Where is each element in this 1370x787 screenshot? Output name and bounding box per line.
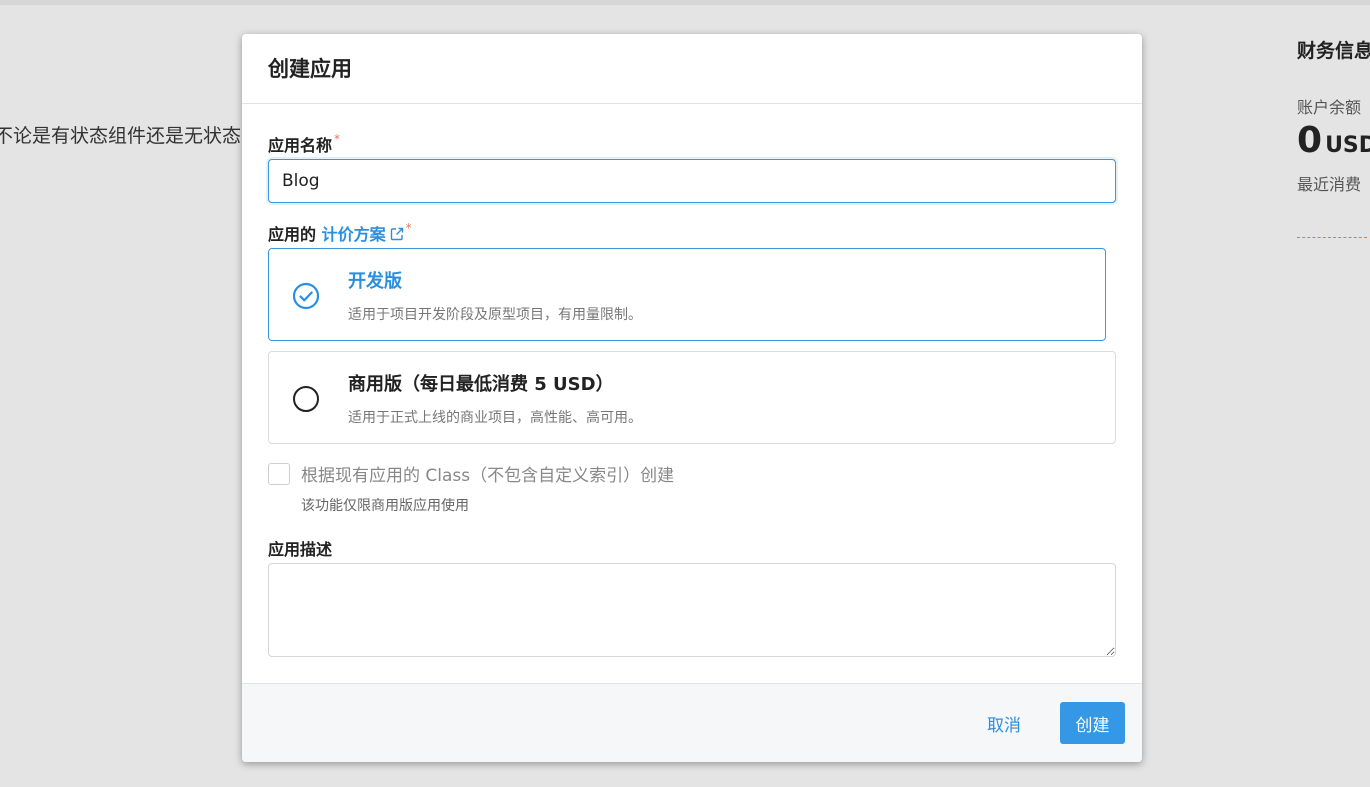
pricing-plan-link[interactable]: 计价方案 bbox=[322, 225, 404, 244]
plan-description: 适用于正式上线的商业项目，高性能、高可用。 bbox=[348, 410, 642, 426]
plan-title: 商用版（每日最低消费 5 USD） bbox=[348, 374, 614, 395]
create-from-class-checkbox[interactable] bbox=[268, 463, 290, 485]
pricing-plan-link-text[interactable]: 计价方案 bbox=[322, 225, 386, 244]
create-from-class-hint: 该功能仅限商用版应用使用 bbox=[301, 498, 469, 514]
finance-panel: 财务信息 账户余额 0 USD 最近消费 bbox=[1297, 36, 1370, 238]
external-link-icon[interactable] bbox=[390, 227, 404, 241]
required-mark: * bbox=[334, 132, 341, 146]
background-snippet-text: 不论是有状态组件还是无状态 bbox=[0, 125, 242, 147]
dialog-header: 创建应用 bbox=[242, 34, 1142, 104]
dialog-footer: 取消 创建 bbox=[242, 683, 1142, 762]
balance-currency: USD bbox=[1325, 133, 1370, 158]
plan-label-prefix: 应用的 bbox=[268, 225, 317, 244]
create-from-class-label: 根据现有应用的 Class（不包含自定义索引）创建 bbox=[301, 466, 675, 486]
plan-title: 开发版 bbox=[348, 271, 402, 292]
app-description-label: 应用描述 bbox=[268, 540, 333, 559]
app-name-label-text: 应用名称 bbox=[268, 136, 333, 155]
create-app-dialog: 创建应用 应用名称* 应用的 计价方案* 开发版 适用于项目开发阶段及原型项目，… bbox=[242, 34, 1142, 762]
radio-circle-icon bbox=[293, 386, 319, 412]
create-button[interactable]: 创建 bbox=[1060, 702, 1125, 744]
app-description-textarea[interactable] bbox=[268, 563, 1116, 657]
plan-option-development[interactable]: 开发版 适用于项目开发阶段及原型项目，有用量限制。 bbox=[268, 248, 1106, 341]
check-circle-icon bbox=[292, 282, 320, 310]
top-bar bbox=[0, 0, 1370, 5]
required-mark: * bbox=[405, 221, 412, 235]
balance-amount: 0 USD bbox=[1297, 120, 1370, 161]
finance-title: 财务信息 bbox=[1297, 40, 1370, 62]
app-name-label: 应用名称 * bbox=[268, 132, 340, 156]
balance-value: 0 bbox=[1297, 120, 1323, 161]
dialog-title: 创建应用 bbox=[268, 57, 352, 81]
recent-spending-label: 最近消费 bbox=[1297, 175, 1362, 194]
plan-description: 适用于项目开发阶段及原型项目，有用量限制。 bbox=[348, 307, 642, 323]
plan-option-commercial[interactable]: 商用版（每日最低消费 5 USD） 适用于正式上线的商业项目，高性能、高可用。 bbox=[268, 351, 1116, 444]
cancel-button[interactable]: 取消 bbox=[977, 702, 1031, 744]
plan-label: 应用的 计价方案 * bbox=[268, 221, 412, 245]
chart-placeholder-line bbox=[1297, 237, 1367, 238]
app-name-input[interactable] bbox=[268, 159, 1116, 203]
balance-label: 账户余额 bbox=[1297, 98, 1362, 117]
dialog-body: 应用名称* 应用的 计价方案* 开发版 适用于项目开发阶段及原型项目，有用量限制… bbox=[242, 104, 1142, 683]
